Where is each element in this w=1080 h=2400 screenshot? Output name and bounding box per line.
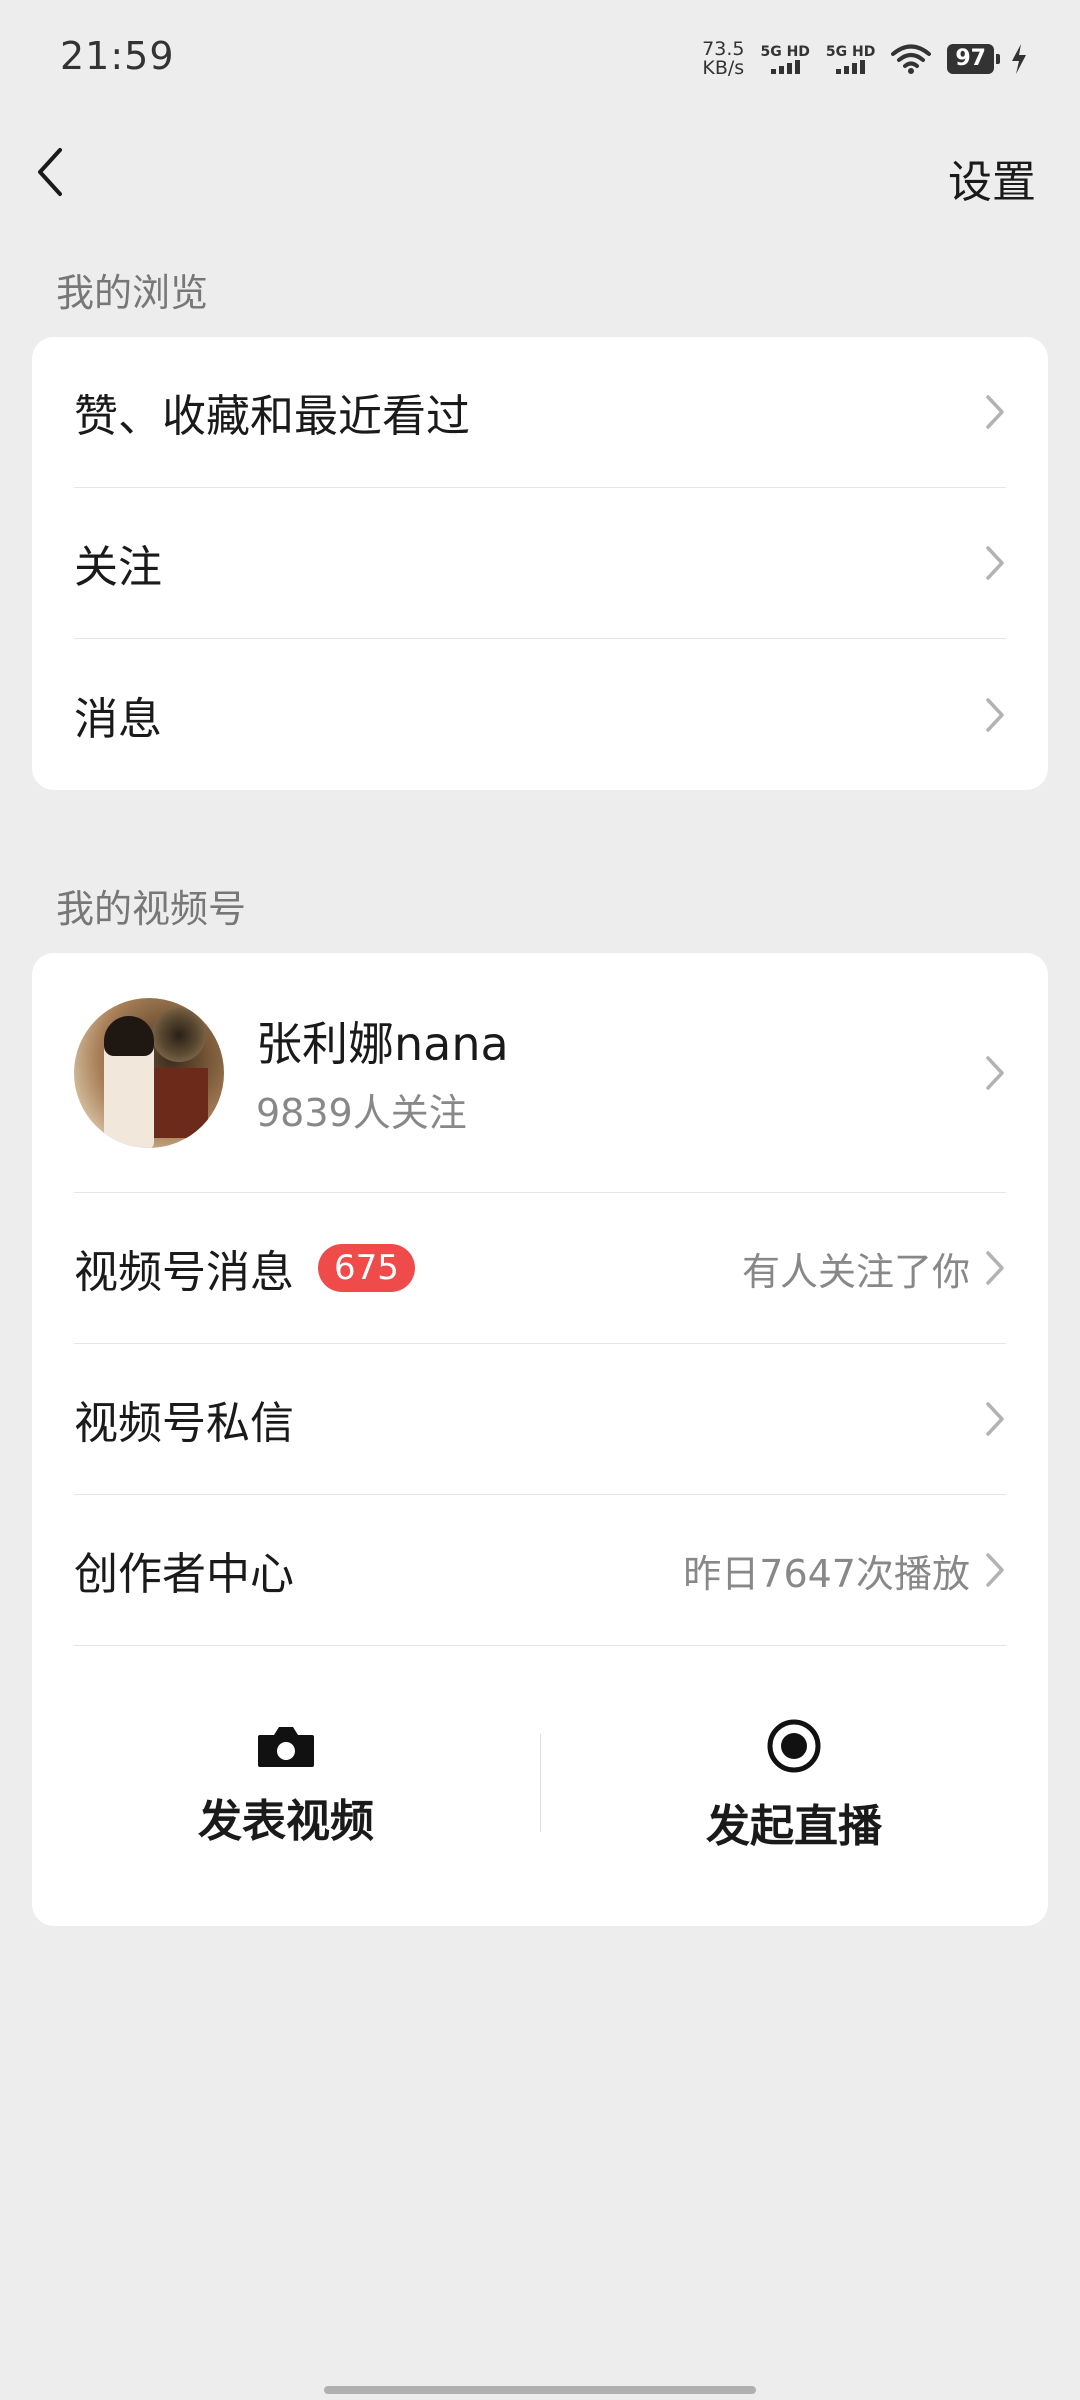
list-item-label: 创作者中心 [74, 1549, 294, 1600]
battery-indicator: 97 [947, 44, 1000, 74]
list-item-label: 视频号消息 [74, 1247, 294, 1298]
channels-card: 张利娜nana 9839人关注 视频号消息 675 有人关注了你 视频号私信 创… [32, 953, 1048, 1926]
chevron-right-icon [986, 546, 1004, 580]
chevron-left-icon [38, 148, 62, 196]
section-title-browsing: 我的浏览 [56, 271, 209, 315]
network-speed-unit: KB/s [702, 57, 745, 79]
signal-bars-icon [770, 60, 800, 74]
divider [540, 1734, 541, 1832]
home-indicator[interactable] [324, 2386, 756, 2394]
post-video-label: 发表视频 [198, 1796, 374, 1847]
chevron-right-icon [986, 1055, 1004, 1090]
channel-profile-row[interactable]: 张利娜nana 9839人关注 [74, 953, 1006, 1193]
sim2-signal: 5G HD [826, 44, 875, 74]
list-item-messages[interactable]: 消息 [74, 639, 1006, 790]
list-item-label: 消息 [74, 693, 162, 745]
list-item-likes-favorites[interactable]: 赞、收藏和最近看过 [74, 337, 1006, 488]
back-button[interactable] [30, 142, 90, 208]
status-bar: 21:59 73.5 KB/s 5G HD 5G HD 97 [0, 0, 1080, 110]
list-item-channel-private-messages[interactable]: 视频号私信 [74, 1344, 1006, 1495]
list-item-following[interactable]: 关注 [74, 488, 1006, 639]
list-item-label: 视频号私信 [74, 1398, 294, 1449]
section-title-channels: 我的视频号 [56, 887, 247, 931]
chevron-right-icon [986, 1402, 1004, 1436]
list-item-label: 关注 [74, 542, 162, 593]
list-item-subtext: 有人关注了你 [741, 1249, 970, 1294]
chevron-right-icon [986, 395, 1004, 429]
start-live-label: 发起直播 [706, 1801, 882, 1852]
avatar [74, 997, 224, 1148]
chevron-right-icon [986, 1251, 1004, 1285]
live-record-icon [767, 1719, 821, 1773]
nav-bar: 设置 [0, 130, 1080, 220]
chevron-right-icon [986, 1553, 1004, 1587]
channel-actions: 发表视频 发起直播 [32, 1646, 1048, 1926]
signal-bars-icon [836, 60, 866, 74]
camera-icon [258, 1727, 314, 1767]
sim1-signal: 5G HD [760, 44, 810, 74]
unread-count-badge: 675 [318, 1244, 415, 1292]
charging-bolt-icon [1012, 44, 1026, 74]
network-speed: 73.5 KB/s [702, 40, 744, 78]
list-item-label: 赞、收藏和最近看过 [74, 391, 470, 442]
status-icons: 73.5 KB/s 5G HD 5G HD 97 [702, 34, 1028, 84]
channel-followers: 9839人关注 [256, 1091, 467, 1135]
list-item-creator-center[interactable]: 创作者中心 昨日7647次播放 [74, 1495, 1006, 1646]
list-item-channel-messages[interactable]: 视频号消息 675 有人关注了你 [74, 1193, 1006, 1344]
list-item-subtext: 昨日7647次播放 [683, 1551, 970, 1596]
chevron-right-icon [986, 697, 1004, 732]
start-live-button[interactable]: 发起直播 [540, 1646, 1048, 1926]
wifi-icon [891, 44, 932, 74]
browsing-card: 赞、收藏和最近看过 关注 消息 [32, 337, 1048, 790]
sim2-label: 5G HD [825, 44, 876, 60]
channel-name: 张利娜nana [256, 1017, 509, 1071]
status-time: 21:59 [60, 34, 175, 78]
sim1-label: 5G HD [760, 44, 810, 60]
settings-button[interactable]: 设置 [948, 146, 1036, 210]
post-video-button[interactable]: 发表视频 [32, 1646, 540, 1926]
